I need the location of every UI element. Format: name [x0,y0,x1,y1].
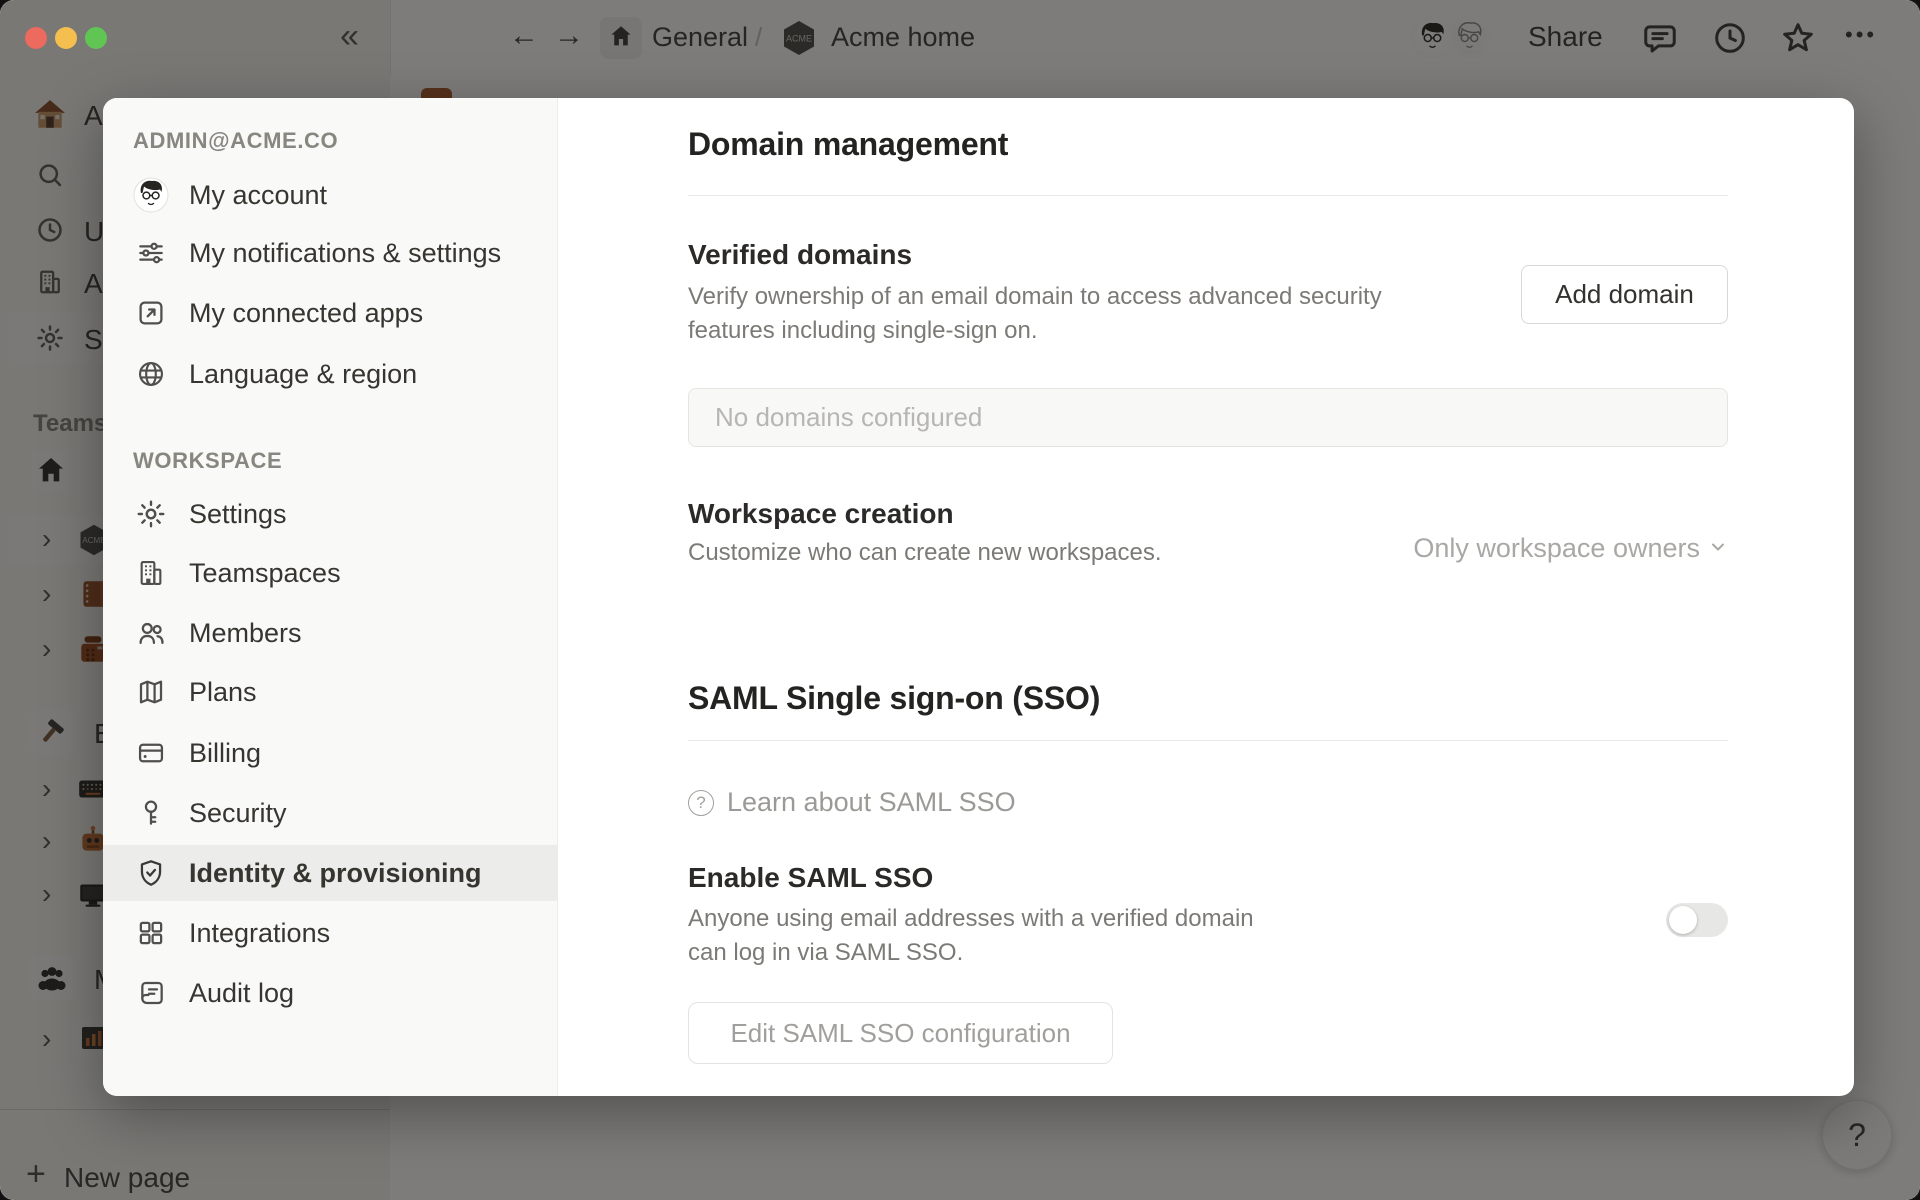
settings-modal: ADMIN@ACME.CO My account My notification… [103,98,1854,1096]
minimize-window-button[interactable] [55,27,77,49]
toggle-knob [1669,906,1697,934]
section-divider [688,740,1728,741]
app-window: « ← → General / ACME Acme home Share [0,0,1920,1200]
enable-saml-toggle[interactable] [1666,903,1728,937]
traffic-lights [25,27,107,49]
enable-saml-description-line2: can log in via SAML SSO. [688,939,964,966]
close-window-button[interactable] [25,27,47,49]
workspace-creation-description: Customize who can create new workspaces. [688,539,1162,566]
verified-domains-description-line2: features including single-sign on. [688,317,1038,344]
help-circle-icon: ? [688,789,714,816]
enable-saml-title: Enable SAML SSO [688,862,934,893]
workspace-creation-title: Workspace creation [688,498,954,529]
dropdown-value: Only workspace owners [1413,532,1700,563]
workspace-creation-dropdown[interactable]: Only workspace owners [1413,531,1728,565]
chevron-down-icon [1708,533,1728,564]
settings-content: Domain management Verified domains Verif… [103,98,1854,1096]
section-title-saml: SAML Single sign-on (SSO) [688,680,1101,716]
section-title-domain-management: Domain management [688,126,1009,162]
learn-saml-label: Learn about SAML SSO [727,787,1016,817]
verified-domains-title: Verified domains [688,239,913,270]
add-domain-button[interactable]: Add domain [1521,265,1728,324]
learn-saml-link[interactable]: ? Learn about SAML SSO [688,787,1016,818]
zoom-window-button[interactable] [85,27,107,49]
enable-saml-description-line1: Anyone using email addresses with a veri… [688,905,1254,932]
verified-domains-description-line1: Verify ownership of an email domain to a… [688,283,1382,310]
domains-empty-field[interactable] [688,388,1728,447]
edit-saml-config-button[interactable]: Edit SAML SSO configuration [688,1002,1113,1064]
section-divider [688,195,1728,196]
